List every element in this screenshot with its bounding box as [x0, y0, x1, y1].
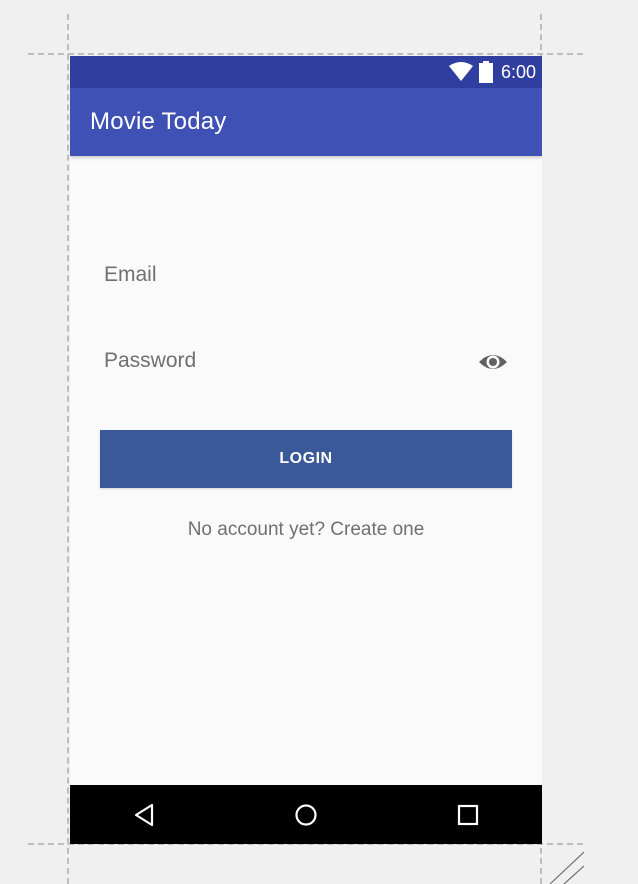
recents-icon [457, 804, 479, 825]
back-button[interactable] [114, 785, 174, 844]
password-field[interactable]: Password [104, 346, 512, 376]
eye-icon[interactable] [478, 349, 508, 375]
navigation-bar [70, 785, 542, 844]
guide-top [28, 53, 583, 55]
email-field[interactable]: Email [104, 260, 512, 290]
battery-icon [478, 61, 493, 83]
device-screen: 6:00 Movie Today Email Password LOGIN No… [70, 56, 542, 844]
status-icons: 6:00 [448, 56, 536, 88]
back-icon [134, 803, 154, 826]
wifi-icon [448, 62, 473, 81]
create-account-link[interactable]: No account yet? Create one [70, 518, 542, 542]
home-icon [295, 803, 317, 826]
status-time: 6:00 [500, 62, 536, 82]
resize-handle[interactable] [548, 850, 584, 884]
recents-button[interactable] [438, 785, 498, 844]
app-title: Movie Today [90, 108, 227, 135]
editor-canvas: 6:00 Movie Today Email Password LOGIN No… [0, 0, 638, 884]
status-bar: 6:00 [70, 56, 542, 88]
home-button[interactable] [276, 785, 336, 844]
guide-left [67, 14, 69, 884]
login-button[interactable]: LOGIN [100, 430, 512, 488]
app-bar: Movie Today [70, 88, 542, 156]
